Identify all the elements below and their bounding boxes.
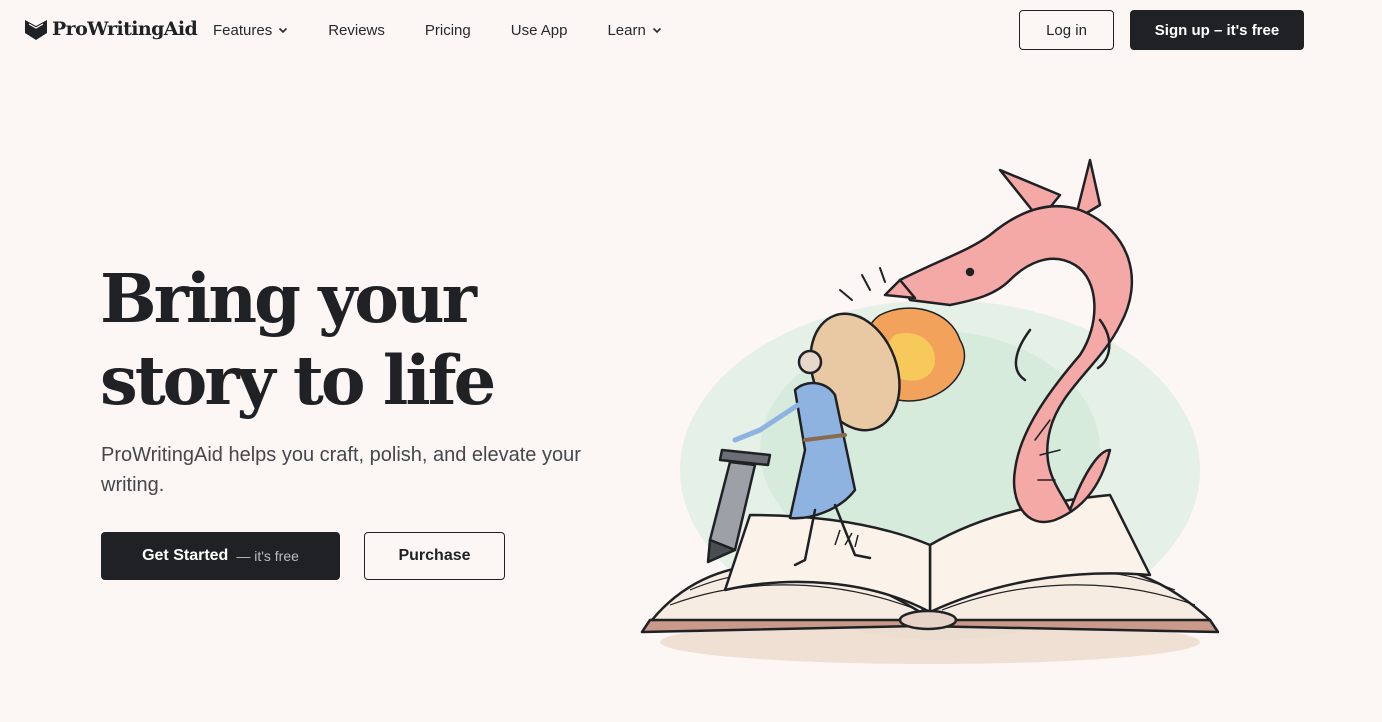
main-nav: Features Reviews Pricing Use App Learn (213, 20, 662, 40)
get-started-label: Get Started (142, 547, 229, 564)
hero-title-line-2: story to life (100, 341, 496, 420)
book-heart-logo-icon (25, 20, 47, 40)
login-button[interactable]: Log in (1019, 10, 1114, 50)
site-header: ProWritingAid Features Reviews Pricing U… (0, 0, 1382, 60)
nav-item-pricing[interactable]: Pricing (425, 20, 471, 40)
nav-item-learn[interactable]: Learn (607, 20, 661, 40)
hero-subtitle: ProWritingAid helps you craft, polish, a… (101, 444, 581, 496)
signup-button[interactable]: Sign up – it's free (1130, 10, 1304, 50)
nav-item-features[interactable]: Features (213, 20, 288, 40)
brand-logo[interactable]: ProWritingAid (24, 17, 198, 41)
nav-item-reviews[interactable]: Reviews (328, 20, 385, 40)
nav-item-label: Reviews (328, 21, 385, 39)
nav-item-use-app[interactable]: Use App (511, 20, 568, 40)
hero-illustration (640, 158, 1220, 664)
hero-title-line-1: Bring your (100, 259, 477, 338)
chevron-down-icon (652, 27, 661, 34)
purchase-button[interactable]: Purchase (364, 532, 505, 580)
get-started-button[interactable]: Get Started — it's free (101, 532, 340, 580)
nav-item-label: Features (213, 21, 273, 39)
brand-name: ProWritingAid (52, 18, 198, 40)
get-started-suffix: — it's free (236, 548, 299, 564)
nav-item-label: Learn (607, 21, 646, 39)
hero-title: Bring your story to life (100, 258, 620, 422)
chevron-down-icon (279, 27, 288, 34)
nav-item-label: Use App (510, 21, 568, 39)
nav-item-label: Pricing (424, 21, 471, 39)
